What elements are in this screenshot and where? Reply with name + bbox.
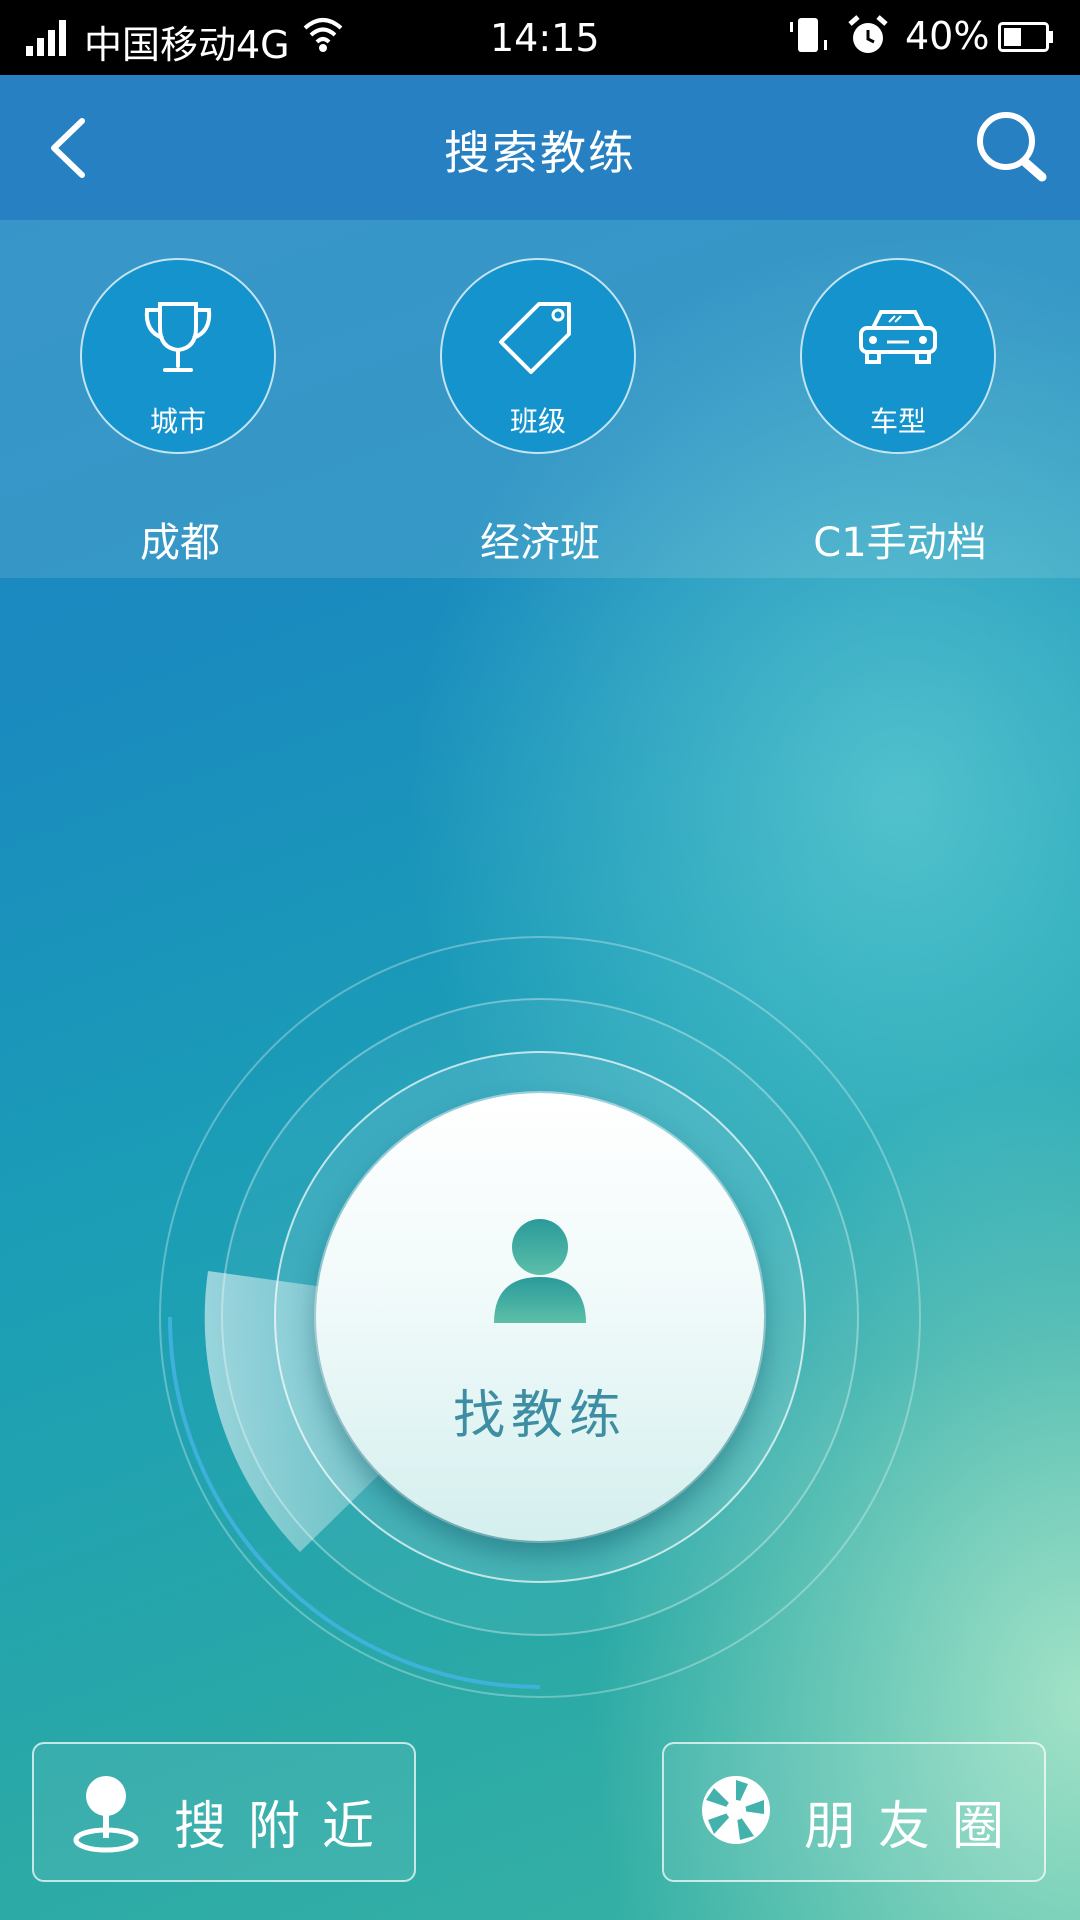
find-coach-label: 找教练 (452, 1386, 627, 1446)
person-icon (494, 1219, 586, 1323)
battery-icon (998, 22, 1053, 52)
car-type-filter-circle: 车型 (800, 258, 996, 454)
find-coach-button[interactable]: 找教练 (316, 1093, 764, 1541)
alarm-icon (848, 15, 888, 53)
page-title: 搜索教练 (444, 126, 636, 180)
carrier-text: 中国移动4G (84, 23, 290, 67)
moments-button[interactable]: 朋友圈 (662, 1742, 1046, 1882)
car-type-filter-value: C1手动档 (813, 520, 987, 566)
filter-panel: 城市 成都 班级 经济班 车型 C1手动档 (0, 220, 1080, 578)
aperture-icon (702, 1776, 770, 1844)
tag-icon (499, 302, 571, 374)
moments-label: 朋友圈 (804, 1797, 1027, 1857)
app-header: 搜索教练 (0, 75, 1080, 220)
vibrate-icon (790, 18, 827, 52)
car-type-filter-label: 车型 (869, 405, 926, 438)
city-filter-label: 城市 (149, 405, 206, 438)
class-filter-circle: 班级 (440, 258, 636, 454)
battery-percent: 40% (905, 14, 990, 58)
city-filter-value: 成都 (140, 520, 220, 566)
class-filter[interactable]: 班级 经济班 (430, 258, 650, 568)
city-filter[interactable]: 城市 成都 (70, 258, 290, 568)
search-nearby-button[interactable]: 搜附近 (32, 1742, 416, 1882)
wifi-icon (303, 18, 343, 52)
signal-icon (26, 20, 66, 56)
trophy-icon (144, 302, 212, 372)
search-button[interactable] (972, 107, 1052, 187)
clock-text: 14:15 (490, 16, 600, 60)
class-filter-value: 经济班 (480, 520, 600, 566)
car-icon (859, 310, 937, 364)
location-pin-icon (73, 1776, 139, 1853)
status-bar: 中国移动4G 14:15 40% (0, 0, 1080, 75)
search-nearby-label: 搜附近 (174, 1797, 397, 1857)
car-type-filter[interactable]: 车型 C1手动档 (790, 258, 1010, 568)
city-filter-circle: 城市 (80, 258, 276, 454)
class-filter-label: 班级 (509, 405, 566, 438)
